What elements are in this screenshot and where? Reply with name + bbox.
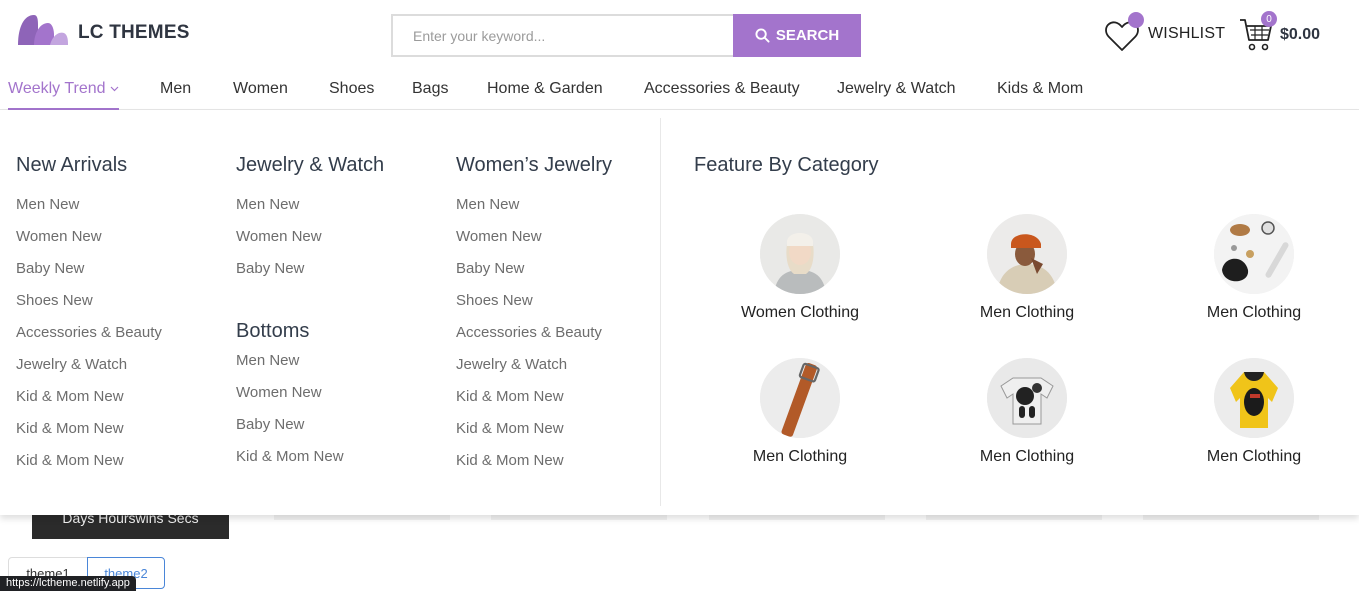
feature-category-card[interactable]: Women Clothing [710,214,890,322]
man-portrait-icon [987,214,1067,294]
column-title: Women’s Jewelry [456,154,612,176]
menu-link[interactable]: Kid & Mom New [456,413,612,445]
category-image [987,214,1067,294]
column-bottoms: Bottoms Men New Women New Baby New Kid &… [236,320,344,473]
nav-item-kids-mom[interactable]: Kids & Mom [997,80,1083,98]
feature-category-card[interactable]: Men Clothing [937,358,1117,466]
category-image [1214,358,1294,438]
cart-total: $0.00 [1280,26,1321,43]
feature-category-card[interactable]: Men Clothing [710,358,890,466]
nav-item-men[interactable]: Men [160,80,191,98]
category-label: Men Clothing [979,448,1075,465]
column-title: Bottoms [236,320,310,342]
brand-logo[interactable]: LC THEMES [16,13,190,47]
menu-link[interactable]: Accessories & Beauty [16,317,162,349]
feature-title: Feature By Category [694,154,879,176]
woman-portrait-icon [760,214,840,294]
menu-link[interactable]: Jewelry & Watch [16,349,162,381]
menu-link[interactable]: Shoes New [456,285,612,317]
category-label: Women Clothing [741,304,859,321]
category-image [760,214,840,294]
menu-link[interactable]: Men New [236,345,344,377]
cart-link[interactable]: 0 $0.00 [1238,11,1321,52]
nav-item-label: Weekly Trend [8,80,106,97]
accessories-flatlay-icon [1214,214,1294,294]
belt-icon [760,358,840,438]
feature-category-card[interactable]: Men Clothing [1164,358,1344,466]
menu-link[interactable]: Men New [236,189,384,221]
menu-link[interactable]: Women New [16,221,162,253]
search-icon [755,28,770,43]
cart-count-badge: 0 [1261,11,1277,27]
nav-item-home-garden[interactable]: Home & Garden [487,80,603,98]
wishlist-label: WISHLIST [1148,25,1226,42]
menu-link[interactable]: Kid & Mom New [16,381,162,413]
category-image [1214,214,1294,294]
nav-item-bags[interactable]: Bags [412,80,448,98]
main-nav: Weekly Trend Men Women Shoes Bags Home &… [0,70,1359,110]
menu-link[interactable]: Baby New [456,253,612,285]
category-label: Men Clothing [1206,448,1302,465]
menu-link[interactable]: Baby New [236,409,344,441]
menu-link[interactable]: Accessories & Beauty [456,317,612,349]
search-input[interactable] [391,14,733,57]
feature-category-card[interactable]: Men Clothing [1164,214,1344,322]
wishlist-badge [1128,12,1144,28]
column-title: New Arrivals [16,154,128,176]
column-jewelry-watch: Jewelry & Watch Men New Women New Baby N… [236,154,384,285]
nav-item-accessories-beauty[interactable]: Accessories & Beauty [644,80,800,98]
column-title: Jewelry & Watch [236,154,385,176]
category-image [760,358,840,438]
brand-logo-icon [18,15,68,45]
menu-link[interactable]: Kid & Mom New [456,445,612,477]
search-button[interactable]: SEARCH [733,14,861,57]
chevron-down-icon [110,86,118,92]
menu-link[interactable]: Men New [16,189,162,221]
search-button-label: SEARCH [775,27,840,44]
menu-link[interactable]: Baby New [16,253,162,285]
nav-item-women[interactable]: Women [233,80,288,98]
menu-link[interactable]: Women New [456,221,612,253]
wishlist-link[interactable]: WISHLIST [1104,12,1226,51]
menu-link[interactable]: Men New [456,189,612,221]
column-womens-jewelry: Women’s Jewelry Men New Women New Baby N… [456,154,612,477]
menu-link[interactable]: Jewelry & Watch [456,349,612,381]
printed-hoodie-icon [1214,358,1294,438]
menu-link[interactable]: Women New [236,377,344,409]
menu-link[interactable]: Kid & Mom New [16,445,162,477]
mega-menu: New Arrivals Men New Women New Baby New … [0,110,1359,515]
nav-item-shoes[interactable]: Shoes [329,80,374,98]
status-bar-url: https://lctheme.netlify.app [0,576,136,591]
brand-name: LC THEMES [78,22,190,43]
menu-link[interactable]: Women New [236,221,384,253]
nav-item-weekly-trend[interactable]: Weekly Trend [8,80,119,110]
menu-link[interactable]: Shoes New [16,285,162,317]
category-label: Men Clothing [1206,304,1302,321]
menu-link[interactable]: Kid & Mom New [456,381,612,413]
menu-link[interactable]: Kid & Mom New [236,441,344,473]
category-image [987,358,1067,438]
search-form: SEARCH [391,14,861,57]
column-new-arrivals: New Arrivals Men New Women New Baby New … [16,154,162,477]
mega-divider [660,118,661,506]
menu-link[interactable]: Kid & Mom New [16,413,162,445]
menu-link[interactable]: Baby New [236,253,384,285]
feature-category-card[interactable]: Men Clothing [937,214,1117,322]
nav-item-jewelry-watch[interactable]: Jewelry & Watch [837,80,956,98]
category-label: Men Clothing [752,448,848,465]
category-label: Men Clothing [979,304,1075,321]
graphic-tee-icon [987,358,1067,438]
